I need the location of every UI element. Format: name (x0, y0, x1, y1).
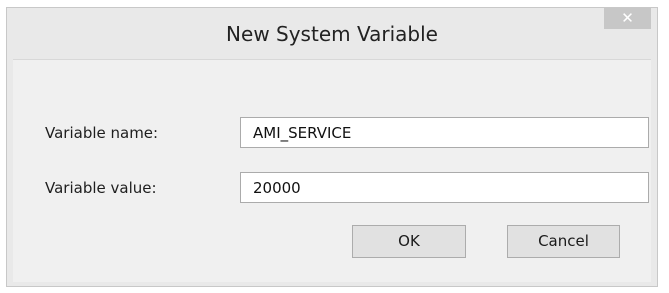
dialog-content: Variable name: Variable value: OK Cancel (13, 59, 651, 282)
dialog-title: New System Variable (226, 22, 438, 46)
variable-name-label: Variable name: (45, 124, 159, 142)
variable-value-input[interactable] (240, 172, 649, 203)
ok-button[interactable]: OK (352, 225, 466, 258)
new-system-variable-dialog: New System Variable ✕ Variable name: Var… (6, 7, 658, 287)
close-button[interactable]: ✕ (604, 8, 651, 29)
cancel-button[interactable]: Cancel (507, 225, 620, 258)
close-icon: ✕ (621, 9, 634, 27)
variable-value-label: Variable value: (45, 179, 157, 197)
title-bar[interactable]: New System Variable ✕ (7, 8, 657, 46)
variable-name-input[interactable] (240, 117, 649, 148)
